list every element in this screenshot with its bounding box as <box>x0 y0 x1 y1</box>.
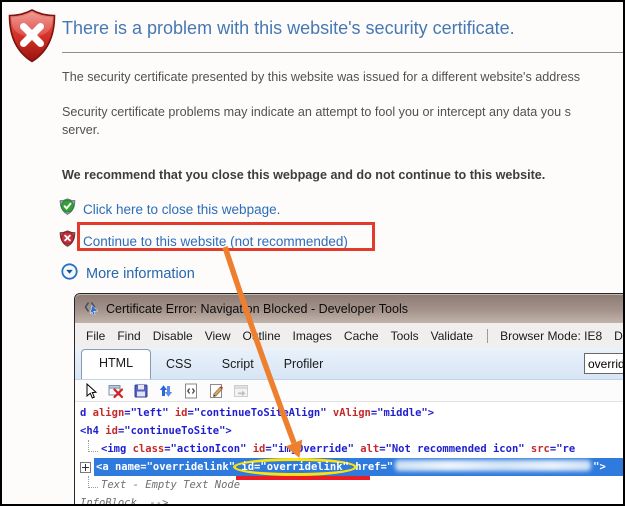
close-webpage-row: Click here to close this webpage. <box>59 198 280 220</box>
code-token: "> <box>593 461 606 473</box>
menu-browser-mode-ie8[interactable]: Browser Mode: IE8 <box>495 329 607 343</box>
code-token: <img <box>101 443 133 455</box>
code-token: ="imgOverride" <box>265 443 360 455</box>
code-token: > <box>428 407 434 419</box>
code-token: alt <box>360 443 379 455</box>
code-token: <h4 <box>80 425 105 437</box>
menu-separator <box>487 329 488 343</box>
save-icon[interactable] <box>132 382 150 400</box>
tab-script[interactable]: Script <box>207 351 269 379</box>
more-information-label[interactable]: More information <box>86 266 195 282</box>
code-line[interactable]: <img class="actionIcon" id="imgOverride"… <box>75 440 625 458</box>
expand-node-icon[interactable] <box>80 462 91 473</box>
code-area: d align="left" id="continueToSiteAlign" … <box>75 402 625 506</box>
ok-shield-icon <box>59 198 76 220</box>
screenshot-root: There is a problem with this website's s… <box>0 0 625 506</box>
more-info-expander-icon[interactable] <box>61 263 78 285</box>
recommendation-text: We recommend that you close this webpage… <box>62 168 545 182</box>
more-information-toggle[interactable]: More information <box>61 263 195 285</box>
code-token: ="actionIcon" <box>164 443 253 455</box>
circled-id-attribute: id="overridelink" <box>236 461 353 473</box>
code-token: class <box>133 443 165 455</box>
edit-icon[interactable] <box>207 382 225 400</box>
devtools-window-title: Certificate Error: Navigation Blocked - … <box>106 302 408 316</box>
certificate-warning: Security certificate problems may indica… <box>62 103 571 139</box>
menu-tools[interactable]: Tools <box>386 329 424 343</box>
code-token: id <box>175 407 188 419</box>
devtools-titlebar[interactable]: Certificate Error: Navigation Blocked - … <box>75 294 625 323</box>
code-token: > <box>225 425 231 437</box>
menu-bar: FileFindDisableViewOutlineImagesCacheToo… <box>75 323 625 348</box>
code-token: ="continueToSiteAlign" <box>188 407 333 419</box>
code-token: href=" <box>349 461 393 473</box>
devtools-toolbar <box>75 380 625 402</box>
code-token: ="continueToSite" <box>118 425 225 437</box>
code-token: ="re <box>550 443 575 455</box>
select-element-icon[interactable] <box>82 382 100 400</box>
code-line[interactable]: <h4 id="continueToSite"> <box>75 422 625 440</box>
menu-validate[interactable]: Validate <box>426 329 478 343</box>
code-token: <a name="overridelink" <box>96 461 241 473</box>
redacted-href-value <box>395 460 591 471</box>
certificate-message: The security certificate presented by th… <box>62 68 580 86</box>
view-source-icon[interactable] <box>182 382 200 400</box>
page-title: There is a problem with this website's s… <box>62 18 515 39</box>
error-shield-icon <box>6 8 58 69</box>
code-line-selected[interactable]: <a name="overridelink" id="overridelink"… <box>75 458 625 476</box>
tab-html[interactable]: HTML <box>81 349 151 379</box>
menu-view[interactable]: View <box>200 329 236 343</box>
menu-find[interactable]: Find <box>112 329 145 343</box>
menu-images[interactable]: Images <box>288 329 337 343</box>
selected-node-highlight: <a name="overridelink" id="overridelink"… <box>94 458 625 476</box>
warning-shield-icon <box>59 230 76 252</box>
code-token: d <box>80 407 93 419</box>
menu-outline[interactable]: Outline <box>238 329 286 343</box>
code-line[interactable]: d align="left" id="continueToSiteAlign" … <box>75 404 625 422</box>
code-token: align <box>93 407 125 419</box>
search-input[interactable] <box>584 353 625 374</box>
code-token: id <box>105 425 118 437</box>
tab-bar: HTMLCSSScriptProfiler <box>75 348 625 380</box>
code-token: ="left" <box>124 407 175 419</box>
code-token: ="middle" <box>371 407 428 419</box>
code-token: Text - Empty Text Node <box>101 479 240 491</box>
tab-profiler[interactable]: Profiler <box>269 351 339 379</box>
red-annotation-box <box>77 222 375 251</box>
code-token: id <box>253 443 266 455</box>
code-line[interactable]: InfoBlock --> <box>75 494 625 506</box>
tree-branch-icon <box>88 476 98 488</box>
clear-cache-icon[interactable] <box>107 382 125 400</box>
tab-css[interactable]: CSS <box>151 351 207 379</box>
close-webpage-link[interactable]: Click here to close this webpage. <box>83 202 280 217</box>
code-token: InfoBlock --> <box>80 497 169 506</box>
devtools-window: Certificate Error: Navigation Blocked - … <box>74 293 625 506</box>
send-to-window-icon[interactable] <box>232 382 250 400</box>
menu-file[interactable]: File <box>81 329 110 343</box>
tree-branch-icon <box>88 440 98 452</box>
code-token: src <box>531 443 550 455</box>
menu-cache[interactable]: Cache <box>339 329 384 343</box>
devtools-window-icon <box>83 299 99 318</box>
menu-disable[interactable]: Disable <box>148 329 198 343</box>
title-divider <box>62 52 625 53</box>
warning-line-1: Security certificate problems may indica… <box>62 103 571 121</box>
code-token: vAlign <box>333 407 371 419</box>
menu-docum[interactable]: Docum <box>609 329 625 343</box>
code-token: ="Not recommended icon" <box>379 443 531 455</box>
refresh-icon[interactable] <box>157 382 175 400</box>
warning-line-2: server. <box>62 121 571 139</box>
